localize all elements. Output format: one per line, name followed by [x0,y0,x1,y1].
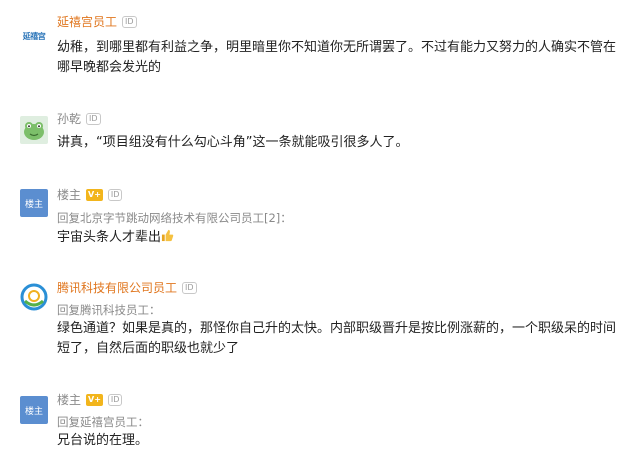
commenter-name[interactable]: 楼主 [57,187,81,203]
id-badge: ID [86,113,101,125]
comment-text: 讲真，“项目组没有什么勾心斗角”这一条就能吸引很多人了。 [57,135,409,150]
id-badge: ID [107,394,123,406]
avatar-label: 楼主 [24,199,43,210]
verified-badge: V+ [86,189,103,201]
reply-to-text: 回复延禧宫员工： [57,415,149,429]
commenter-name[interactable]: 孙乾 [57,111,81,127]
avatar[interactable] [20,116,48,144]
avatar-label: 楼主 [24,406,43,417]
comment-feed: 延禧宫 延禧宫员工 ID 幼稚，到哪里都有利益之争，明里暗里你不知道你无所谓罢了… [0,0,640,462]
avatar[interactable] [20,283,48,311]
avatar[interactable]: 延禧宫 [20,22,48,50]
thumbs-up-icon [161,227,174,247]
reply-to-text: 回复腾讯科技员工： [57,303,161,317]
avatar[interactable]: 楼主 [20,189,48,217]
comment-text: 绿色通道？如果是真的，那怪你自己升的太快。内部职级晋升是按比例涨薪的，一个职级呆… [57,321,617,356]
avatar-label: 延禧宫 [22,31,46,41]
comment-text: 兄台说的在理。 [57,433,149,448]
commenter-name[interactable]: 腾讯科技有限公司员工 [57,280,177,296]
id-badge: ID [122,16,137,28]
id-badge: ID [107,189,123,201]
reply-to-text: 回复北京字节跳动网络技术有限公司员工[2]： [57,211,292,225]
comment-text-row: 宇宙头条人才辈出 [57,227,617,248]
avatar[interactable]: 楼主 [20,396,48,424]
verified-badge: V+ [86,394,103,406]
comment-text: 宇宙头条人才辈出 [57,230,162,245]
comment-text: 幼稚，到哪里都有利益之争，明里暗里你不知道你无所谓罢了。不过有能力又努力的人确实… [57,40,617,75]
id-badge: ID [182,282,197,294]
commenter-name[interactable]: 楼主 [57,392,81,408]
frog-icon [24,122,44,140]
tencent-logo-icon [20,283,48,311]
commenter-name[interactable]: 延禧宫员工 [57,14,117,30]
